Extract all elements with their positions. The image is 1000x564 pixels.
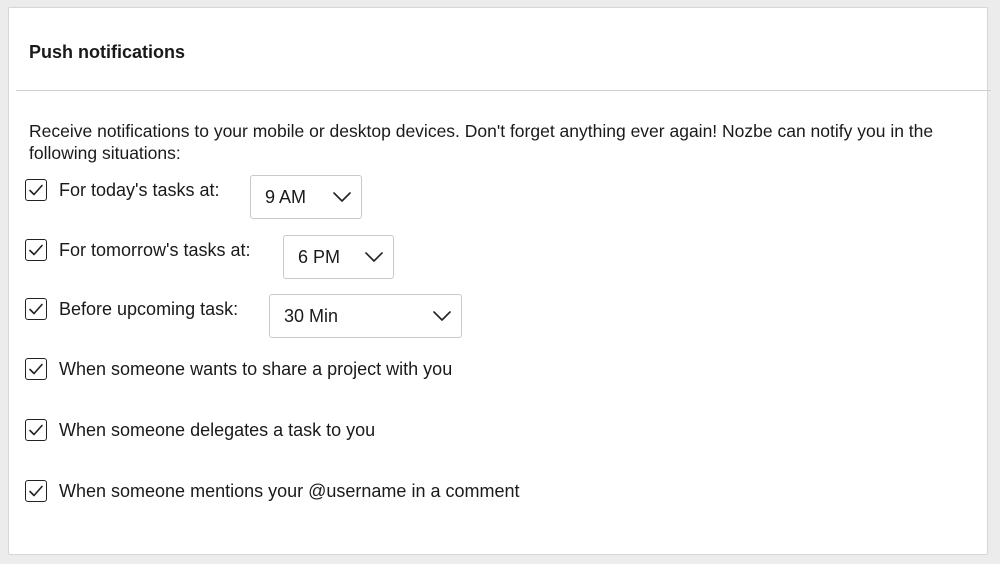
tomorrow-time-value: 6 PM (298, 247, 341, 267)
tomorrow-tasks-label: For tomorrow's tasks at: (59, 240, 251, 260)
delegate-task-label: When someone delegates a task to you (59, 420, 376, 440)
checkmark-icon (28, 243, 44, 257)
checkmark-icon (28, 302, 44, 316)
section-description: Receive notifications to your mobile or … (29, 121, 934, 163)
checkmark-icon (28, 183, 44, 197)
today-tasks-checkbox[interactable] (25, 179, 47, 201)
before-upcoming-label: Before upcoming task: (59, 299, 239, 319)
today-time-select[interactable]: 9 AM (250, 175, 362, 219)
checkmark-icon (28, 484, 44, 498)
option-delegate-task: When someone delegates a task to you (25, 418, 375, 442)
today-time-value: 9 AM (265, 187, 307, 207)
mentions-label: When someone mentions your @username in … (59, 481, 520, 501)
option-share-project: When someone wants to share a project wi… (25, 357, 452, 381)
chevron-down-icon (433, 311, 451, 321)
mentions-checkbox[interactable] (25, 480, 47, 502)
tomorrow-time-select[interactable]: 6 PM (283, 235, 394, 279)
share-project-label: When someone wants to share a project wi… (59, 359, 453, 379)
tomorrow-tasks-checkbox[interactable] (25, 239, 47, 261)
before-upcoming-checkbox[interactable] (25, 298, 47, 320)
chevron-down-icon (365, 252, 383, 262)
today-tasks-label: For today's tasks at: (59, 180, 220, 200)
option-today-tasks: For today's tasks at: (25, 178, 220, 202)
option-before-upcoming-task: Before upcoming task: (25, 297, 238, 321)
chevron-down-icon (333, 192, 351, 202)
option-tomorrow-tasks: For tomorrow's tasks at: (25, 238, 250, 262)
section-title: Push notifications (29, 42, 186, 62)
delegate-task-checkbox[interactable] (25, 419, 47, 441)
share-project-checkbox[interactable] (25, 358, 47, 380)
push-notifications-panel: Push notifications Receive notifications… (8, 7, 991, 555)
checkmark-icon (28, 423, 44, 437)
divider (16, 90, 991, 91)
before-upcoming-value: 30 Min (284, 306, 339, 326)
before-upcoming-select[interactable]: 30 Min (269, 294, 462, 338)
checkmark-icon (28, 362, 44, 376)
option-mentions: When someone mentions your @username in … (25, 479, 520, 503)
